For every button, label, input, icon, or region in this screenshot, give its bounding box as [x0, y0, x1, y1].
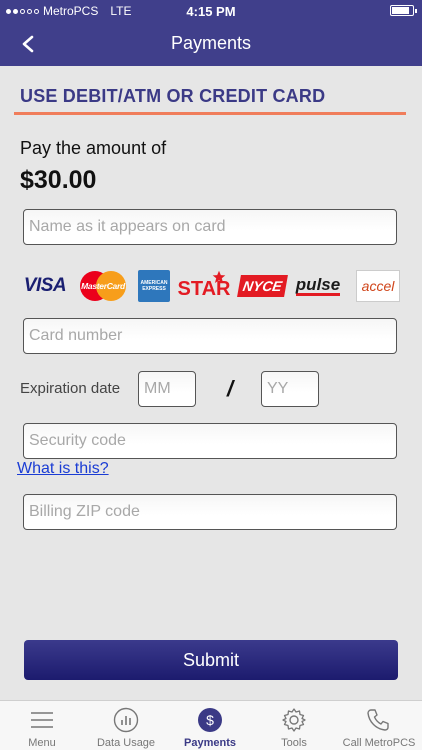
billing-zip-input[interactable]: [23, 494, 397, 530]
tab-call-metropcs[interactable]: Call MetroPCS: [336, 701, 422, 750]
amex-logo: AMERICAN EXPRESS: [138, 270, 170, 302]
top-bar: MetroPCS LTE 4:15 PM Payments: [0, 0, 422, 66]
accel-logo: accel: [356, 270, 400, 302]
tab-tools[interactable]: Tools: [252, 701, 336, 750]
nyce-logo: NYCE: [236, 270, 288, 302]
data-usage-icon: [113, 707, 139, 733]
tab-label: Menu: [28, 737, 56, 749]
mastercard-logo: MasterCard: [77, 270, 129, 302]
page-title: Payments: [170, 33, 252, 53]
amount-label: Pay the amount of: [20, 138, 167, 158]
name-on-card-input[interactable]: [23, 209, 397, 245]
section-divider: [14, 112, 406, 115]
tab-label: Data Usage: [96, 737, 156, 749]
expiration-month-input[interactable]: [138, 371, 196, 407]
dollar-icon: $: [198, 708, 222, 732]
battery-icon: [390, 5, 417, 16]
expiration-label: Expiration date: [20, 380, 121, 397]
phone-icon: [367, 709, 389, 731]
tab-label: Call MetroPCS: [342, 737, 416, 749]
svg-text:$: $: [206, 712, 214, 728]
tab-bar: Menu Data Usage $ Payments Tools Call Me…: [0, 700, 422, 750]
payment-form: USE DEBIT/ATM OR CREDIT CARD Pay the amo…: [0, 66, 422, 700]
status-bar: MetroPCS LTE 4:15 PM: [0, 0, 422, 22]
nav-header: Payments: [0, 22, 422, 66]
tab-label: Payments: [184, 737, 236, 749]
amount-value: $30.00: [20, 166, 97, 194]
security-code-help-link[interactable]: What is this?: [17, 460, 109, 478]
section-title: USE DEBIT/ATM OR CREDIT CARD: [20, 86, 326, 106]
tab-menu[interactable]: Menu: [0, 701, 84, 750]
gear-icon: [282, 708, 306, 732]
security-code-input[interactable]: [23, 423, 397, 459]
menu-icon: [31, 712, 53, 728]
card-number-input[interactable]: [23, 318, 397, 354]
expiration-year-input[interactable]: [261, 371, 319, 407]
tab-payments[interactable]: $ Payments: [168, 701, 252, 750]
submit-button[interactable]: Submit: [24, 640, 398, 680]
visa-logo: VISA: [23, 275, 67, 296]
expiration-separator: /: [227, 376, 234, 401]
star-icon: [212, 270, 226, 283]
status-time: 4:15 PM: [186, 4, 236, 19]
tab-label: Tools: [281, 737, 307, 749]
tab-data-usage[interactable]: Data Usage: [84, 701, 168, 750]
accepted-cards: VISA MasterCard AMERICAN EXPRESS STAR NY…: [20, 270, 402, 302]
pulse-logo: pulse: [295, 274, 341, 296]
star-logo: STAR: [178, 270, 230, 302]
